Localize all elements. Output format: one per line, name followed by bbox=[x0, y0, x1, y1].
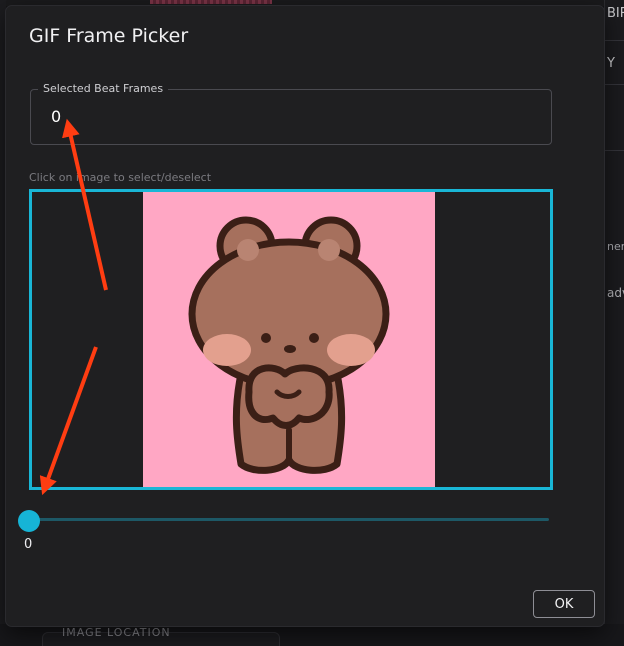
selected-beat-frames-value[interactable]: 0 bbox=[51, 107, 451, 126]
ok-button[interactable]: OK bbox=[533, 590, 595, 618]
frame-slider-value: 0 bbox=[24, 537, 33, 552]
gif-frame-viewer[interactable] bbox=[29, 189, 553, 490]
bear-sticker-icon bbox=[188, 216, 390, 474]
background-accent-bar bbox=[150, 0, 272, 4]
frame-slider[interactable] bbox=[18, 510, 551, 532]
background-text-nen: nen bbox=[607, 240, 624, 253]
background-right-panel: BIR Y nen adv bbox=[604, 0, 624, 646]
frame-slider-thumb[interactable] bbox=[18, 510, 40, 532]
background-bottom-panel: IMAGE LOCATION bbox=[0, 624, 624, 646]
background-text-y: Y bbox=[607, 56, 615, 71]
frame-slider-rail[interactable] bbox=[29, 518, 549, 521]
dialog-title: GIF Frame Picker bbox=[29, 25, 189, 47]
app-root: BIR Y nen adv IMAGE LOCATION GIF Frame P… bbox=[0, 0, 624, 646]
selected-beat-frames-field[interactable]: Selected Beat Frames 0 bbox=[30, 82, 552, 145]
image-select-hint: Click on image to select/deselect bbox=[29, 171, 212, 184]
background-divider bbox=[605, 40, 624, 41]
background-text-adv: adv bbox=[607, 286, 624, 300]
gif-frame-picker-dialog: GIF Frame Picker Selected Beat Frames 0 … bbox=[6, 6, 604, 626]
selected-beat-frames-label: Selected Beat Frames bbox=[38, 82, 169, 95]
background-image-location-label: IMAGE LOCATION bbox=[62, 626, 171, 639]
background-text-bir: BIR bbox=[607, 6, 624, 21]
gif-frame-image[interactable] bbox=[143, 192, 435, 487]
background-divider bbox=[605, 84, 624, 85]
background-divider bbox=[605, 150, 624, 151]
